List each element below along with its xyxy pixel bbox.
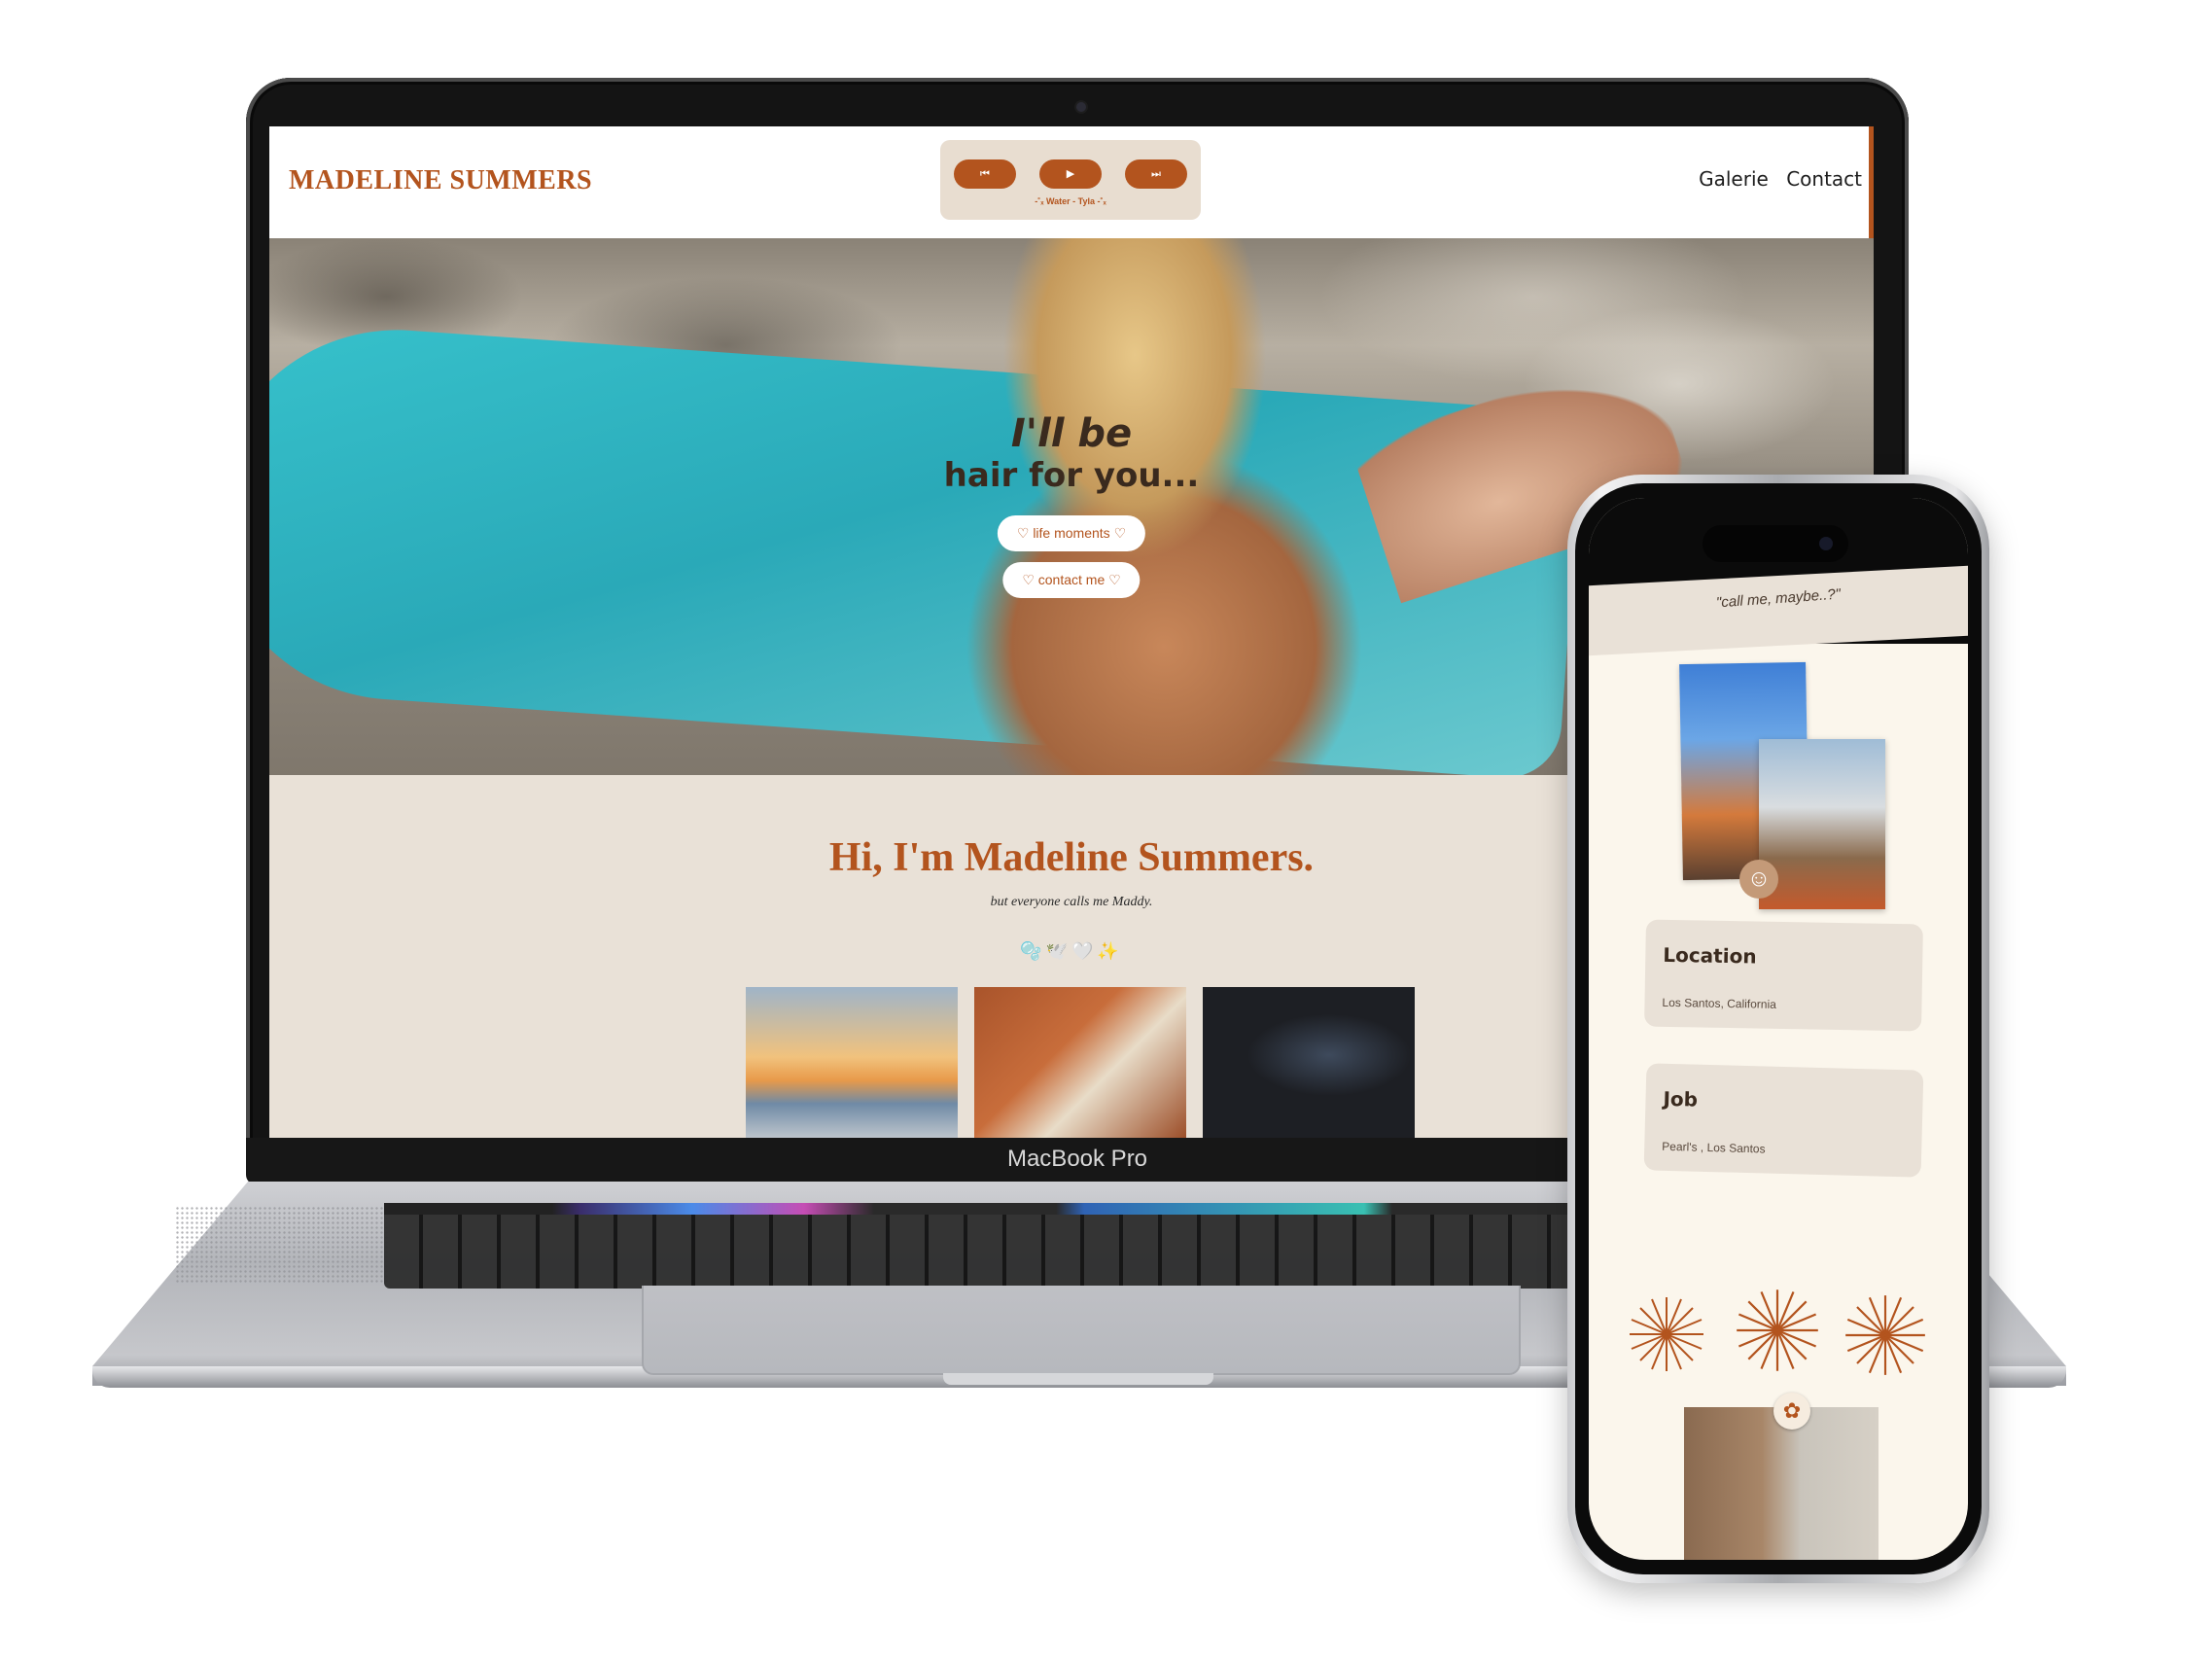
hero-title-line1: I'll be bbox=[1010, 411, 1133, 456]
sunburst-icon bbox=[1845, 1295, 1925, 1375]
contact-me-button[interactable]: ♡ contact me ♡ bbox=[1002, 562, 1141, 598]
dynamic-island bbox=[1703, 525, 1848, 562]
site-nav: Galerie Contact bbox=[1687, 167, 1862, 191]
sunburst-icon bbox=[1630, 1297, 1703, 1371]
flower-icon: ✿ bbox=[1773, 1393, 1810, 1430]
play-button[interactable]: ▶ bbox=[1039, 159, 1102, 189]
webcam-icon bbox=[1076, 102, 1086, 112]
site-logo[interactable]: MADELINE SUMMERS bbox=[289, 165, 592, 196]
previous-track-button[interactable]: ⏮ bbox=[954, 159, 1016, 189]
location-card-value: Los Santos, California bbox=[1662, 995, 1777, 1011]
left-speaker-grille bbox=[175, 1206, 389, 1284]
life-moments-button[interactable]: ♡ life moments ♡ bbox=[997, 515, 1146, 551]
nav-contact[interactable]: Contact bbox=[1786, 167, 1862, 191]
smiley-icon: ☺ bbox=[1739, 860, 1778, 899]
site-header: MADELINE SUMMERS ⏮ ▶ ⏭ -˚ₓ Water - Tyla … bbox=[269, 126, 1874, 238]
front-camera-icon bbox=[1819, 537, 1833, 550]
photo-mirror-selfie[interactable] bbox=[1684, 1407, 1878, 1560]
sunburst-icon bbox=[1737, 1289, 1818, 1371]
location-card-title: Location bbox=[1663, 942, 1757, 969]
trackpad bbox=[642, 1286, 1521, 1375]
gallery-photo-hat[interactable] bbox=[1203, 987, 1415, 1138]
track-caption: -˚ₓ Water - Tyla -˚ₓ bbox=[1035, 196, 1106, 206]
next-track-button[interactable]: ⏭ bbox=[1125, 159, 1187, 189]
photo-restaurant-terrace[interactable] bbox=[1759, 739, 1885, 909]
hero-person-image bbox=[814, 238, 1417, 775]
music-player: ⏮ ▶ ⏭ -˚ₓ Water - Tyla -˚ₓ bbox=[940, 140, 1201, 220]
lid-notch bbox=[943, 1373, 1213, 1385]
job-card: Job Pearl's , Los Santos bbox=[1643, 1063, 1924, 1178]
nav-galerie[interactable]: Galerie bbox=[1699, 167, 1769, 191]
phone-screen: "call me, maybe..?" ☺ Location Los Santo… bbox=[1589, 498, 1968, 1560]
job-card-title: Job bbox=[1663, 1086, 1699, 1112]
job-card-value: Pearl's , Los Santos bbox=[1662, 1139, 1766, 1156]
gallery-photo-sunset[interactable] bbox=[746, 987, 958, 1138]
location-card: Location Los Santos, California bbox=[1644, 919, 1923, 1032]
gallery-photo-hand[interactable] bbox=[974, 987, 1186, 1138]
